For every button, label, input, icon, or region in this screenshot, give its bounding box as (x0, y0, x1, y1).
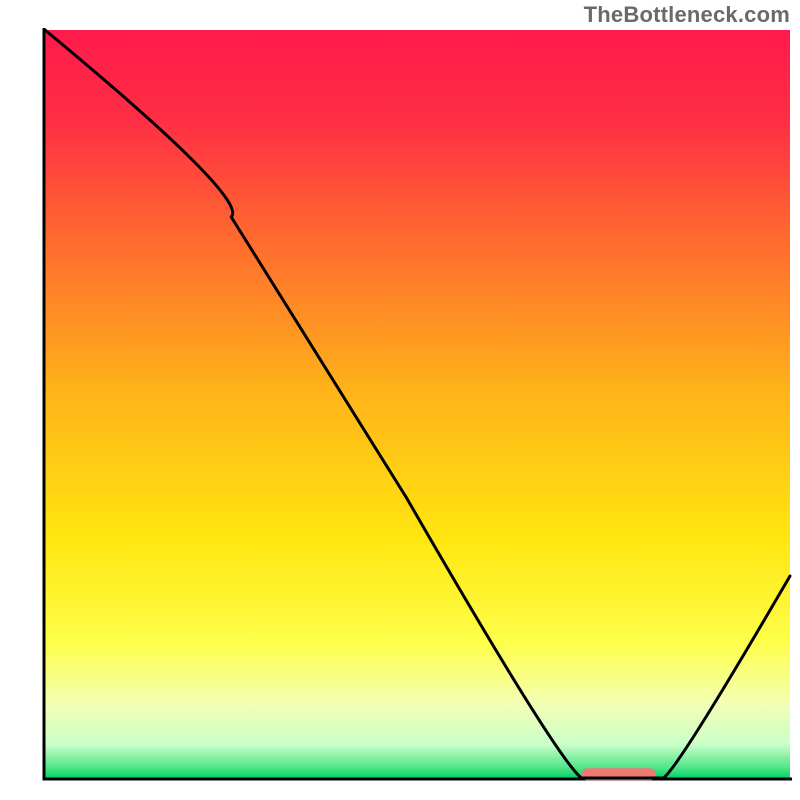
chart-canvas: TheBottleneck.com (0, 0, 800, 800)
bottleneck-chart (0, 0, 800, 800)
plot-background (45, 30, 790, 778)
